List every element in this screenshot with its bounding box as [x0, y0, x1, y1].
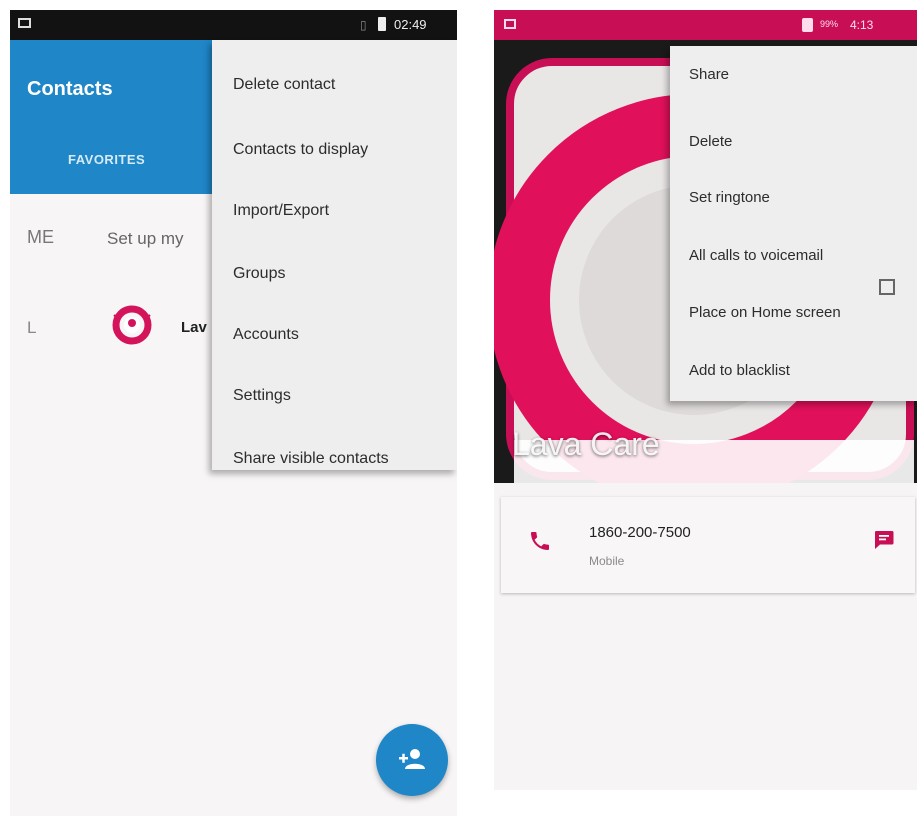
sim-icon: ▯	[360, 18, 367, 32]
menu-item-delete[interactable]: Delete	[689, 133, 732, 150]
menu-item-settings[interactable]: Settings	[233, 387, 291, 405]
battery-percent: 99%	[820, 19, 839, 29]
menu-item-add-to-blacklist[interactable]: Add to blacklist	[689, 362, 790, 379]
message-icon[interactable]	[873, 529, 895, 551]
overflow-menu: Delete contact Contacts to display Impor…	[212, 40, 457, 470]
tab-favorites[interactable]: FAVORITES	[68, 152, 145, 167]
menu-item-contacts-to-display[interactable]: Contacts to display	[233, 141, 368, 159]
phone-type-label: Mobile	[589, 554, 625, 568]
status-bar: ▯ 02:49	[10, 10, 457, 40]
lava-care-logo-icon[interactable]	[108, 301, 156, 349]
menu-item-share[interactable]: Share	[689, 66, 729, 83]
screenshot-notification-icon	[18, 18, 31, 28]
section-letter: L	[27, 318, 37, 337]
menu-item-share-visible-contacts[interactable]: Share visible contacts	[233, 450, 389, 468]
setup-profile-link[interactable]: Set up my	[107, 229, 184, 249]
voicemail-checkbox[interactable]	[879, 279, 895, 295]
add-contact-icon	[399, 749, 425, 769]
me-section-label: ME	[27, 227, 54, 247]
menu-item-delete-contact[interactable]: Delete contact	[233, 76, 335, 94]
menu-item-accounts[interactable]: Accounts	[233, 326, 299, 344]
screenshot-notification-icon	[504, 19, 516, 29]
contact-detail-screen: 99% 4:13 Lava Care Share Delete Set ring…	[494, 10, 917, 790]
menu-item-all-calls-to-voicemail[interactable]: All calls to voicemail	[689, 247, 823, 264]
battery-icon	[802, 18, 813, 32]
add-contact-button[interactable]	[376, 724, 448, 796]
status-bar: 99% 4:13	[494, 10, 917, 40]
contact-name[interactable]: Lav	[181, 319, 207, 336]
contact-name: Lava Care	[512, 426, 660, 462]
menu-item-groups[interactable]: Groups	[233, 265, 285, 283]
phone-icon[interactable]	[528, 529, 552, 553]
phone-entry[interactable]: 1860-200-7500 Mobile	[501, 497, 915, 593]
menu-item-set-ringtone[interactable]: Set ringtone	[689, 189, 770, 206]
page-title: Contacts	[27, 78, 113, 100]
phone-number: 1860-200-7500	[589, 524, 691, 541]
overflow-menu: Share Delete Set ringtone All calls to v…	[670, 46, 917, 401]
status-time: 4:13	[850, 18, 874, 32]
contacts-list-screen: ▯ 02:49 Contacts FAVORITES ME Set up my …	[10, 10, 457, 816]
menu-item-place-on-home-screen[interactable]: Place on Home screen	[689, 304, 841, 321]
menu-item-import-export[interactable]: Import/Export	[233, 202, 329, 220]
status-time: 02:49	[394, 17, 427, 32]
battery-icon	[378, 17, 386, 31]
